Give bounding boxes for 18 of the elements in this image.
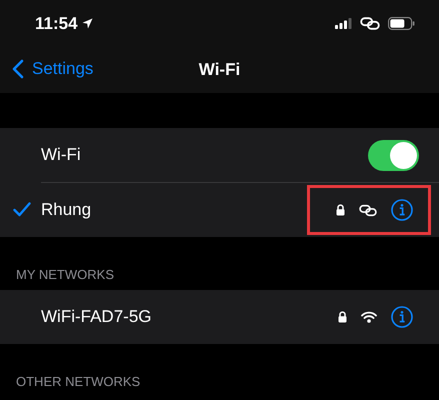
network-row[interactable]: WiFi-FAD7-5G — [0, 290, 439, 344]
wifi-toggle[interactable] — [368, 140, 419, 170]
wifi-label: Wi-Fi — [41, 145, 82, 165]
back-chevron-icon — [12, 59, 24, 79]
network-row[interactable]: Rhung — [0, 183, 439, 237]
info-icon[interactable] — [391, 306, 413, 328]
info-icon[interactable] — [391, 199, 413, 221]
battery-icon — [388, 17, 415, 30]
location-arrow-icon — [82, 18, 93, 29]
page-title: Wi-Fi — [198, 60, 240, 80]
link-icon — [360, 17, 380, 30]
clock-time: 11:54 — [35, 14, 78, 34]
back-button[interactable]: Settings — [12, 59, 94, 79]
signal-icon — [335, 18, 352, 29]
section-header: OTHER NETWORKS — [15, 373, 142, 391]
network-name: Rhung — [41, 200, 92, 220]
section-header: MY NETWORKS — [15, 266, 115, 284]
network-name: WiFi-FAD7-5G — [41, 307, 152, 327]
